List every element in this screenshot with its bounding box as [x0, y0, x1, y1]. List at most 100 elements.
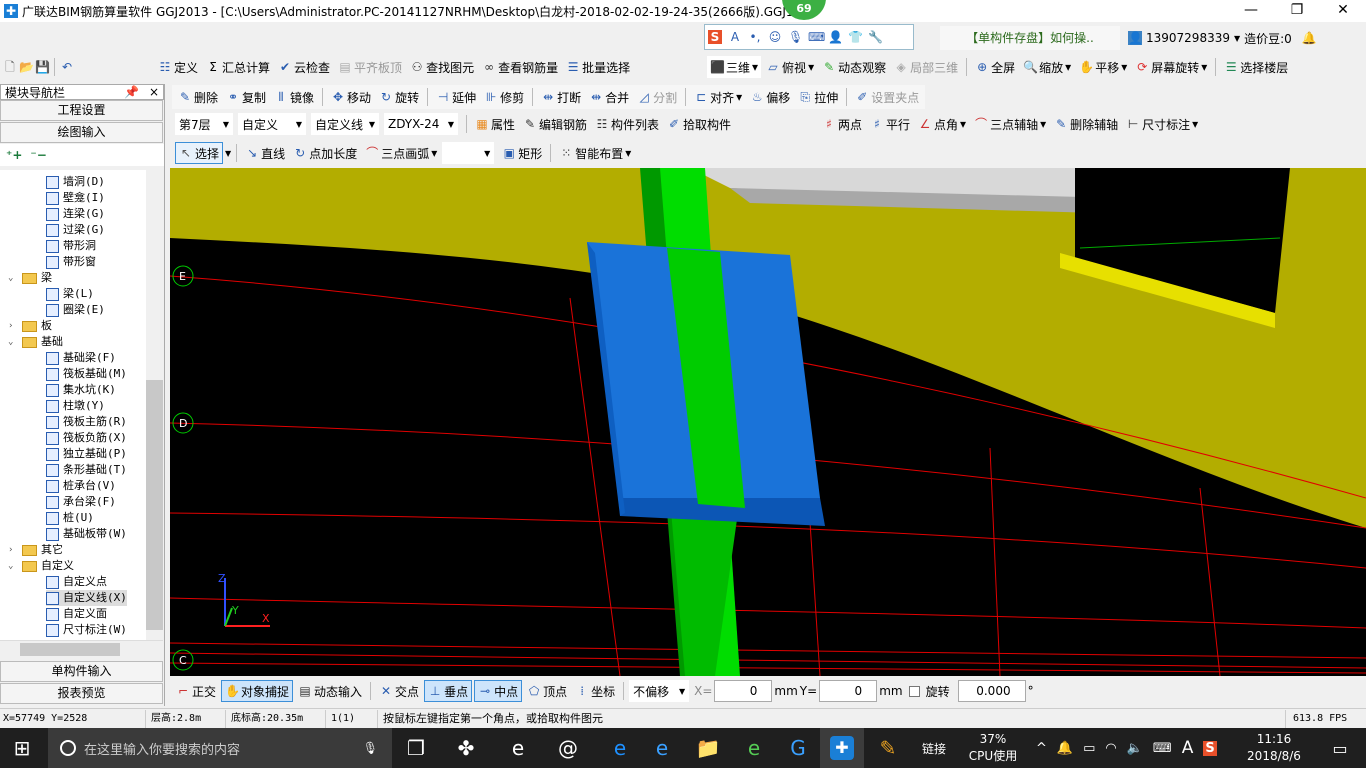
y-offset-input[interactable]: 0 — [819, 680, 878, 702]
fan-app-icon[interactable]: ✤ — [444, 728, 488, 768]
point-length-button[interactable]: ↻ 点加长度 — [290, 142, 360, 164]
link-label[interactable]: 链接 — [922, 740, 946, 757]
minimize-button[interactable]: — — [1228, 0, 1274, 22]
merge-button[interactable]: ⇹ 合并 — [586, 86, 632, 108]
rotate-button[interactable]: ↻ 旋转 — [376, 86, 422, 108]
define-button[interactable]: ☷ 定义 — [155, 56, 201, 78]
ie-icon[interactable]: e — [640, 728, 684, 768]
find-element-button[interactable]: ⚇ 查找图元 — [407, 56, 477, 78]
fullscreen-button[interactable]: ⊕ 全屏 — [972, 56, 1018, 78]
tree-item[interactable]: 基础板带(W) — [46, 526, 127, 542]
intersection-snap-button[interactable]: ✕ 交点 — [376, 680, 422, 702]
zoom-button[interactable]: 🔍 缩放 ▾ — [1020, 56, 1074, 78]
tree-item[interactable]: 墙洞(D) — [46, 174, 105, 190]
swirl-app-icon[interactable]: @ — [546, 728, 590, 768]
chevron-down-icon[interactable]: ⌄ — [8, 334, 18, 350]
tree-item[interactable]: 条形基础(T) — [46, 462, 127, 478]
report-preview-button[interactable]: 报表预览 — [0, 683, 163, 704]
tree-item[interactable]: 独立基础(P) — [46, 446, 127, 462]
tree-item[interactable]: 过梁(G) — [46, 222, 105, 238]
clock[interactable]: 11:16 2018/8/6 — [1236, 731, 1312, 765]
trim-button[interactable]: ⊪ 修剪 — [481, 86, 527, 108]
close-button[interactable]: ✕ — [1320, 0, 1366, 22]
two-point-axis-button[interactable]: ♯ 两点 — [819, 113, 865, 135]
ortho-button[interactable]: ⌐ 正交 — [173, 680, 219, 702]
split-button[interactable]: ◿ 分割 — [634, 86, 680, 108]
set-grip-button[interactable]: ✐ 设置夹点 — [852, 86, 922, 108]
edge-icon[interactable]: e — [598, 728, 642, 768]
midpoint-snap-button[interactable]: ⊸ 中点 — [474, 680, 523, 702]
punct-icon[interactable]: •, — [748, 30, 762, 44]
tree-item[interactable]: 承台梁(F) — [46, 494, 116, 510]
tree-item[interactable]: ⌄ 自定义 — [8, 558, 74, 574]
chevron-down-icon[interactable]: ▼ — [1234, 34, 1240, 43]
collapse-all-icon[interactable]: ⁻− — [30, 148, 46, 162]
g-app-icon[interactable]: G — [776, 728, 820, 768]
tree-item[interactable]: 自定义面 — [46, 606, 107, 622]
tree-item[interactable]: 带形洞 — [46, 238, 96, 254]
copy-button[interactable]: ⚭ 复制 — [223, 86, 269, 108]
tree-item[interactable]: 集水坑(K) — [46, 382, 116, 398]
offset-select[interactable]: 不偏移 ▼ — [629, 680, 690, 702]
pan-button[interactable]: ✋ 平移 ▾ — [1076, 56, 1130, 78]
notes-app-icon[interactable]: ✎ — [866, 728, 910, 768]
arc-mode-select[interactable]: ▼ — [442, 142, 495, 164]
maximize-button[interactable]: ❐ — [1274, 0, 1320, 22]
component-list-button[interactable]: ☷ 构件列表 — [592, 113, 662, 135]
save-icon[interactable]: 💾 — [35, 60, 50, 74]
mic-icon[interactable]: 🎙 — [788, 30, 803, 44]
a-icon[interactable]: A — [728, 30, 742, 44]
tree-item[interactable]: 桩(U) — [46, 510, 94, 526]
tree-item[interactable]: 筏板负筋(X) — [46, 430, 127, 446]
tree-item[interactable]: 连梁(G) — [46, 206, 105, 222]
windows-start-icon[interactable]: ⊞ — [0, 728, 44, 768]
tree-item[interactable]: 圈梁(E) — [46, 302, 105, 318]
single-input-button[interactable]: 单构件输入 — [0, 661, 163, 682]
type-select[interactable]: 自定义 ▼ — [238, 113, 306, 135]
3d-viewport[interactable]: E D C Z Y X — [170, 168, 1366, 676]
sogou-icon[interactable]: S — [708, 30, 722, 44]
tree-item[interactable]: › 其它 — [8, 542, 63, 558]
top-view-button[interactable]: ▱ 俯视 ▾ — [763, 56, 817, 78]
calculate-button[interactable]: Σ 汇总计算 — [203, 56, 273, 78]
wifi-icon[interactable]: ◠ — [1105, 741, 1116, 756]
ime-mode[interactable]: A — [1182, 738, 1194, 758]
properties-button[interactable]: ▦ 属性 — [472, 113, 518, 135]
user-icon[interactable]: 👤 — [828, 30, 843, 44]
select-floor-button[interactable]: ☰ 选择楼层 — [1221, 56, 1291, 78]
floor-select[interactable]: 第7层 ▼ — [175, 113, 233, 135]
3d-button[interactable]: ⬛ 三维 ▾ — [707, 56, 762, 78]
shirt-icon[interactable]: 👕 — [848, 30, 863, 44]
parallel-axis-button[interactable]: ♯ 平行 — [867, 113, 913, 135]
tree-item[interactable]: ⌄ 基础 — [8, 334, 63, 350]
file-explorer-icon[interactable]: 📁 — [686, 728, 730, 768]
smile-icon[interactable]: ☺ — [768, 30, 782, 44]
undo-icon[interactable]: ↶ — [60, 60, 74, 74]
align-button[interactable]: ⊏ 对齐 ▾ — [691, 86, 745, 108]
mic-icon[interactable]: 🎙 — [363, 741, 378, 755]
tree-item[interactable]: 自定义线(X) — [46, 590, 127, 606]
chevron-right-icon[interactable]: › — [8, 542, 18, 558]
screen-rotate-button[interactable]: ⟳ 屏幕旋转 ▾ — [1132, 56, 1210, 78]
open-folder-icon[interactable]: 📂 — [19, 60, 34, 74]
three-point-arc-button[interactable]: ⌒ 三点画弧 ▾ — [362, 142, 440, 164]
break-button[interactable]: ⇹ 打断 — [538, 86, 584, 108]
tree-item[interactable]: ⌄ 梁 — [8, 270, 52, 286]
component-name-select[interactable]: ZDYX-24 ▼ — [384, 113, 458, 135]
sogou-tray-icon[interactable]: S — [1203, 740, 1217, 756]
pin-icon[interactable]: 📌 — [124, 85, 139, 99]
tree-item[interactable]: 基础梁(F) — [46, 350, 116, 366]
ie-classic-icon[interactable]: e — [496, 728, 540, 768]
tree-item[interactable]: 尺寸标注(W) — [46, 622, 127, 638]
wrench-icon[interactable]: 🔧 — [868, 30, 883, 44]
offset-button[interactable]: ♨ 偏移 — [747, 86, 793, 108]
point-angle-button[interactable]: ∠ 点角 ▾ — [915, 113, 969, 135]
move-button[interactable]: ✥ 移动 — [328, 86, 374, 108]
stretch-button[interactable]: ⎘ 拉伸 — [795, 86, 841, 108]
bell-icon[interactable]: 🔔 — [1302, 31, 1317, 45]
orbit-button[interactable]: ✎ 动态观察 — [819, 56, 889, 78]
keyboard-icon[interactable]: ⌨ — [1153, 741, 1172, 756]
object-snap-button[interactable]: ✋ 对象捕捉 — [221, 680, 294, 702]
subtype-select[interactable]: 自定义线 ▼ — [311, 113, 379, 135]
line-button[interactable]: ↘ 直线 — [242, 142, 288, 164]
